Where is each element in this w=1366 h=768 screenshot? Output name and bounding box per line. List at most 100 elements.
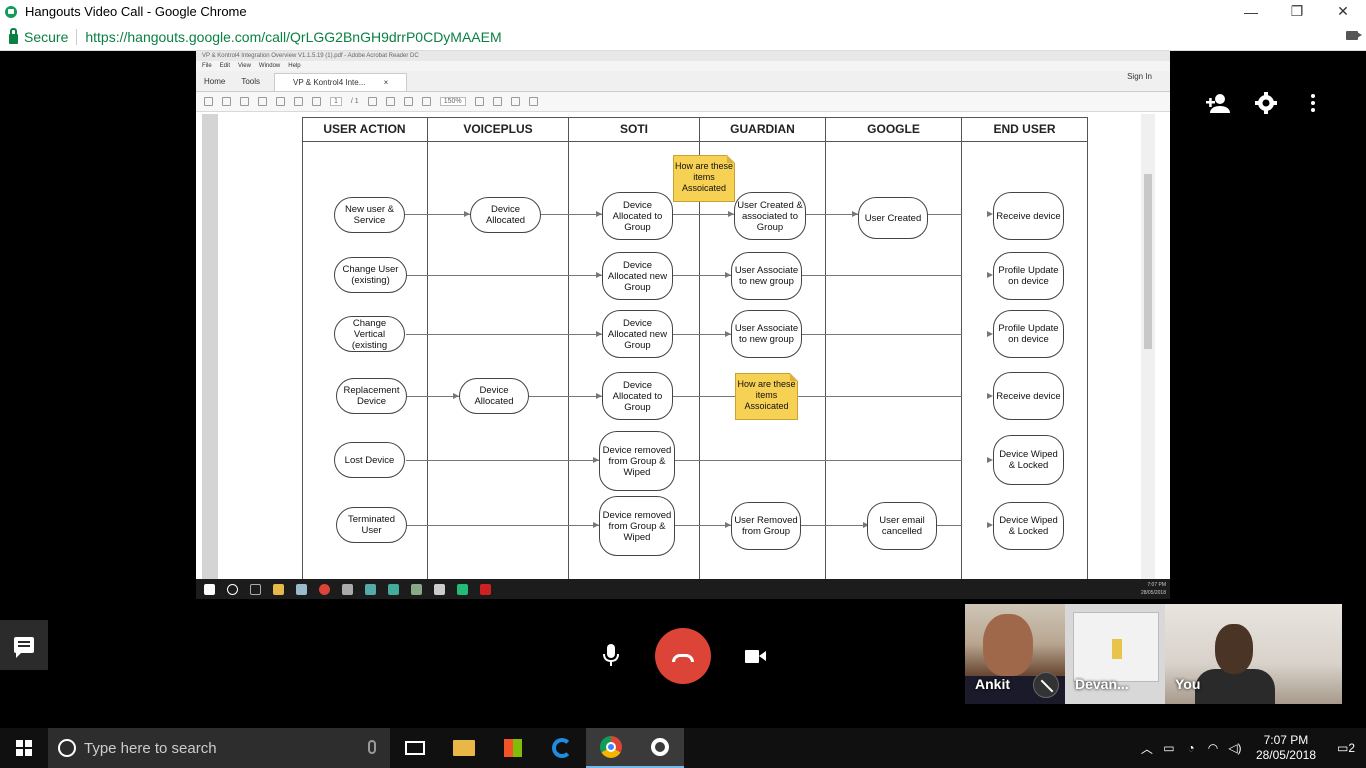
upload-icon[interactable] <box>222 97 231 106</box>
hang-up-button[interactable] <box>655 628 711 684</box>
save-icon[interactable] <box>204 97 213 106</box>
action-center-button[interactable]: ▭ 2 <box>1326 728 1366 768</box>
page-number-input[interactable]: 1 <box>330 97 342 106</box>
hand-tool-icon[interactable] <box>385 97 395 106</box>
restore-button[interactable]: ❐ <box>1274 0 1320 23</box>
tab-document-label: VP & Kontrol4 Inte... <box>293 78 366 87</box>
battery-icon[interactable]: ▭ <box>1158 728 1180 768</box>
start-button[interactable] <box>0 728 48 768</box>
acrobat-title: VP & Kontrol4 Integration Overview V1.1.… <box>196 51 1170 61</box>
page-up-icon[interactable] <box>294 97 303 106</box>
participant-tile[interactable]: Ankit <box>965 604 1065 704</box>
edge-button[interactable] <box>537 728 586 768</box>
remote-app-icon <box>296 583 307 595</box>
search-box[interactable]: Type here to search <box>48 728 390 768</box>
tab-close-icon[interactable]: × <box>376 78 397 92</box>
minimize-button[interactable]: — <box>1228 0 1274 23</box>
zoom-in-icon[interactable] <box>421 97 431 106</box>
remote-acrobat-icon <box>480 583 491 595</box>
lane-border <box>961 117 962 579</box>
lane-border <box>1087 117 1088 579</box>
tab-home[interactable]: Home <box>196 77 233 91</box>
node-soti: Device removed from Group & Wiped <box>599 496 675 556</box>
more-options-icon[interactable] <box>1309 93 1317 113</box>
node-user-action: Lost Device <box>334 442 405 478</box>
acrobat-menu: File Edit View Window Help <box>196 61 1170 71</box>
search-icon[interactable] <box>276 97 285 106</box>
menu-view[interactable]: View <box>238 61 251 71</box>
node-google: User Created <box>858 197 928 239</box>
header-divider <box>302 141 1088 142</box>
secure-label: Secure <box>24 28 69 45</box>
tab-tools[interactable]: Tools <box>233 77 268 91</box>
node-soti: Device Allocated to Group <box>602 192 673 240</box>
lane-voiceplus: VOICEPLUS <box>428 117 569 141</box>
menu-file[interactable]: File <box>202 61 212 71</box>
pen-icon[interactable] <box>528 97 538 106</box>
connector-row-3 <box>406 334 962 335</box>
address-bar[interactable]: Secure https://hangouts.google.com/call/… <box>0 23 1366 51</box>
zoom-out-icon[interactable] <box>403 97 413 106</box>
show-hidden-icons-icon[interactable]: ︿ <box>1136 728 1158 768</box>
network-icon[interactable]: ◔ <box>1180 728 1202 768</box>
acrobat-toolbar: 1 / 1 150% <box>196 92 1170 112</box>
participant-screen-thumbnail <box>1073 612 1159 682</box>
print-icon[interactable] <box>240 97 249 106</box>
rotate-icon[interactable] <box>492 97 502 106</box>
tab-document[interactable]: VP & Kontrol4 Inte... × <box>274 73 408 92</box>
comment-icon[interactable] <box>510 97 520 106</box>
node-end-user: Device Wiped & Locked <box>993 435 1064 485</box>
task-view-button[interactable] <box>390 728 439 768</box>
sign-in-link[interactable]: Sign In <box>1119 72 1160 86</box>
settings-taskbar-button[interactable] <box>635 728 684 768</box>
node-guardian: User Removed from Group <box>731 502 801 550</box>
remote-clock-time: 7:07 PM <box>1147 582 1166 588</box>
participant-video <box>983 614 1033 676</box>
page-down-icon[interactable] <box>312 97 321 106</box>
file-explorer-button[interactable] <box>439 728 488 768</box>
menu-window[interactable]: Window <box>259 61 280 71</box>
taskbar-clock[interactable]: 7:07 PM 28/05/2018 <box>1246 733 1326 763</box>
volume-icon[interactable]: ◁) <box>1224 728 1246 768</box>
node-voiceplus: Device Allocated <box>470 197 541 233</box>
wifi-icon[interactable]: ◠ <box>1202 728 1224 768</box>
participant-tile[interactable]: You <box>1165 604 1342 704</box>
close-button[interactable]: ✕ <box>1320 0 1366 23</box>
phone-icon <box>672 654 694 662</box>
swimlane-diagram: USER ACTION VOICEPLUS SOTI GUARDIAN GOOG… <box>302 117 1088 579</box>
store-button[interactable] <box>488 728 537 768</box>
participant-tile[interactable]: Devan... <box>1065 604 1165 704</box>
url-text[interactable]: https://hangouts.google.com/call/QrLGG2B… <box>85 29 501 45</box>
document-scrollbar[interactable] <box>1141 114 1155 579</box>
cortana-icon <box>58 739 76 757</box>
acrobat-tabs: Home Tools VP & Kontrol4 Inte... × Sign … <box>196 71 1170 92</box>
add-person-icon[interactable] <box>1205 93 1231 113</box>
mic-muted-icon <box>1033 672 1059 698</box>
node-user-action: Replacement Device <box>336 378 407 414</box>
menu-help[interactable]: Help <box>288 61 300 71</box>
fit-page-icon[interactable] <box>474 97 484 106</box>
chrome-taskbar-button[interactable] <box>586 728 635 768</box>
lane-soti: SOTI <box>569 117 700 141</box>
settings-gear-icon[interactable] <box>1255 92 1277 114</box>
node-soti: Device Allocated new Group <box>602 252 673 300</box>
scroll-thumb[interactable] <box>1144 174 1152 349</box>
participant-name: Ankit <box>975 676 1010 692</box>
chat-button[interactable] <box>0 620 48 670</box>
participant-video <box>1195 669 1275 704</box>
left-panel <box>202 114 218 579</box>
zoom-level-select[interactable]: 150% <box>439 97 466 106</box>
menu-edit[interactable]: Edit <box>220 61 230 71</box>
video-camera-button[interactable] <box>745 650 766 663</box>
email-icon[interactable] <box>258 97 267 106</box>
voice-search-icon[interactable] <box>368 740 376 754</box>
divider <box>76 28 78 45</box>
node-guardian: User Associate to new group <box>731 252 802 300</box>
camera-permission-icon[interactable] <box>1346 31 1362 40</box>
node-voiceplus: Device Allocated <box>459 378 529 414</box>
page-count: / 1 <box>350 98 359 105</box>
microphone-button[interactable] <box>602 643 620 669</box>
select-tool-icon[interactable] <box>367 97 377 106</box>
node-end-user: Receive device <box>993 192 1064 240</box>
clock-date: 28/05/2018 <box>1255 748 1316 762</box>
